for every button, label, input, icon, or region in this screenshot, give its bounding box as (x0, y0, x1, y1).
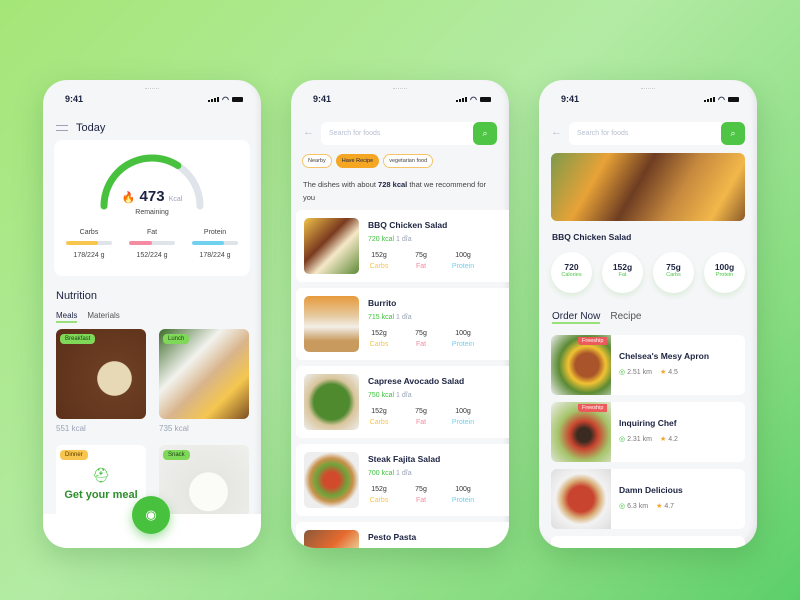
page-title: Today (76, 122, 106, 134)
star-icon: ★ (656, 503, 663, 510)
battery-icon (728, 96, 739, 102)
star-icon: ★ (659, 369, 667, 376)
freeship-badge: Freeship (578, 404, 608, 412)
camera-button[interactable]: ◉ (132, 496, 170, 534)
meal-tag: Breakfast (60, 334, 96, 344)
location-icon: ◎ (619, 503, 626, 510)
search-input[interactable]: Search for foods ⌕ (321, 122, 497, 145)
meal-snack[interactable]: Snack (159, 445, 249, 517)
meal-tag: Lunch (163, 334, 190, 344)
stat-protein: 100g Protein (704, 252, 745, 293)
dish-name: BBQ Chicken Salad (552, 232, 632, 242)
status-bar: 9:41 ◠ (313, 94, 491, 104)
restaurant-image: Freeship (551, 402, 611, 462)
stat-calories: 720 Calories (551, 252, 592, 293)
food-item[interactable]: Caprese Avocado Salad 750 kcal 1 dĩa 152… (296, 366, 509, 438)
restaurant-image (551, 469, 611, 529)
status-bar: 9:41 ◠ (561, 94, 739, 104)
recommendation-text: The dishes with about 728 kcal that we r… (303, 180, 487, 202)
chip-have-recipe[interactable]: Have Recipe (335, 154, 380, 168)
restaurant-item[interactable]: Freeship Chelsea's Mesy Apron ◎ 2.51 km ★… (551, 335, 745, 395)
star-icon: ★ (659, 436, 667, 443)
tab-meals[interactable]: Meals (56, 311, 78, 323)
tab-recipe[interactable]: Recipe (610, 311, 641, 324)
section-title: Nutrition (56, 290, 97, 302)
wifi-icon: ◠ (718, 94, 725, 104)
freeship-badge: Freeship (578, 337, 608, 345)
food-item[interactable]: Pesto Pasta (296, 522, 509, 548)
restaurant-image: Freeship (551, 335, 611, 395)
chip-nearby[interactable]: Nearby (302, 154, 332, 168)
calorie-value: 473 (139, 188, 165, 205)
location-icon: ◎ (619, 369, 626, 376)
get-meal-label: Get your meal (64, 489, 138, 501)
food-item[interactable]: BBQ Chicken Salad 720 kcal 1 dĩa 152g Car… (296, 210, 509, 282)
calorie-card: 🔥 473 Kcal Remaining Carbs 178/224 g Fat 1… (54, 140, 250, 276)
food-item[interactable]: Burrito 715 kcal 1 dĩa 152g Carbs 75g Fat … (296, 288, 509, 360)
wifi-icon: ◠ (470, 94, 477, 104)
search-button[interactable]: ⌕ (721, 122, 745, 145)
status-time: 9:41 (313, 94, 332, 104)
notch (393, 88, 407, 90)
meal-breakfast[interactable]: Breakfast (56, 329, 146, 419)
menu-icon[interactable] (56, 125, 68, 131)
tab-materials[interactable]: Materials (87, 311, 119, 323)
phone-today-screen: 9:41 ◠ Today 🔥 473 Kcal Remaining Carbs 1… (43, 80, 261, 548)
wifi-icon: ◠ (222, 94, 229, 104)
dish-hero-image (551, 153, 745, 221)
food-image (304, 296, 359, 352)
status-time: 9:41 (65, 94, 84, 104)
meal-tag: Dinner (60, 450, 88, 460)
back-arrow-icon[interactable]: ← (303, 126, 314, 138)
status-bar: 9:41 ◠ (65, 94, 243, 104)
meal-kcal: 551 kcal (56, 424, 86, 433)
battery-icon (480, 96, 491, 102)
signal-icon (704, 96, 716, 102)
search-icon: ⌕ (482, 128, 488, 138)
notch (641, 88, 655, 90)
macro-carbs: Carbs 178/224 g (66, 229, 112, 259)
battery-icon (232, 96, 243, 102)
camera-icon: ◉ (145, 507, 157, 522)
search-button[interactable]: ⌕ (473, 122, 497, 145)
tab-order-now[interactable]: Order Now (552, 311, 601, 324)
restaurant-item[interactable]: Damn Delicious ◎ 6.3 km ★ 4.7 (551, 469, 745, 529)
food-image (304, 374, 359, 430)
food-item[interactable]: Steak Fajita Salad 700 kcal 1 dĩa 152g Ca… (296, 444, 509, 516)
calorie-label: Remaining (135, 209, 169, 216)
fire-icon: 🔥 (121, 192, 136, 204)
search-icon: ⌕ (730, 128, 736, 138)
restaurant-item[interactable]: Freeship Inquiring Chef ◎ 2.31 km ★ 4.2 (551, 402, 745, 462)
chip-vegetarian[interactable]: vegetarian food (383, 154, 434, 168)
stat-carbs: 75g Carbs (653, 252, 694, 293)
meal-kcal: 735 kcal (159, 424, 189, 433)
calorie-unit: Kcal (168, 196, 183, 203)
phone-search-screen: 9:41 ◠ ← Search for foods ⌕ Nearby Have R… (291, 80, 509, 548)
status-time: 9:41 (561, 94, 580, 104)
meal-tag: Snack (163, 450, 190, 460)
phone-detail-screen: 9:41 ◠ ← Search for foods ⌕ BBQ Chicken S… (539, 80, 757, 548)
stat-fat: 152g Fat (602, 252, 643, 293)
food-image (304, 452, 359, 508)
signal-icon (208, 96, 220, 102)
macro-protein: Protein 178/224 g (192, 229, 238, 259)
food-image (304, 218, 359, 274)
location-icon: ◎ (619, 436, 626, 443)
restaurant-item[interactable] (551, 536, 745, 548)
search-input[interactable]: Search for foods ⌕ (569, 122, 745, 145)
meal-dinner[interactable]: Dinner ⛑ Get your meal (56, 445, 146, 517)
meal-lunch[interactable]: Lunch (159, 329, 249, 419)
notch (145, 88, 159, 90)
signal-icon (456, 96, 468, 102)
food-image (304, 530, 359, 548)
macro-fat: Fat 152/224 g (129, 229, 175, 259)
cloche-icon: ⛑ (92, 467, 110, 483)
back-arrow-icon[interactable]: ← (551, 126, 562, 138)
